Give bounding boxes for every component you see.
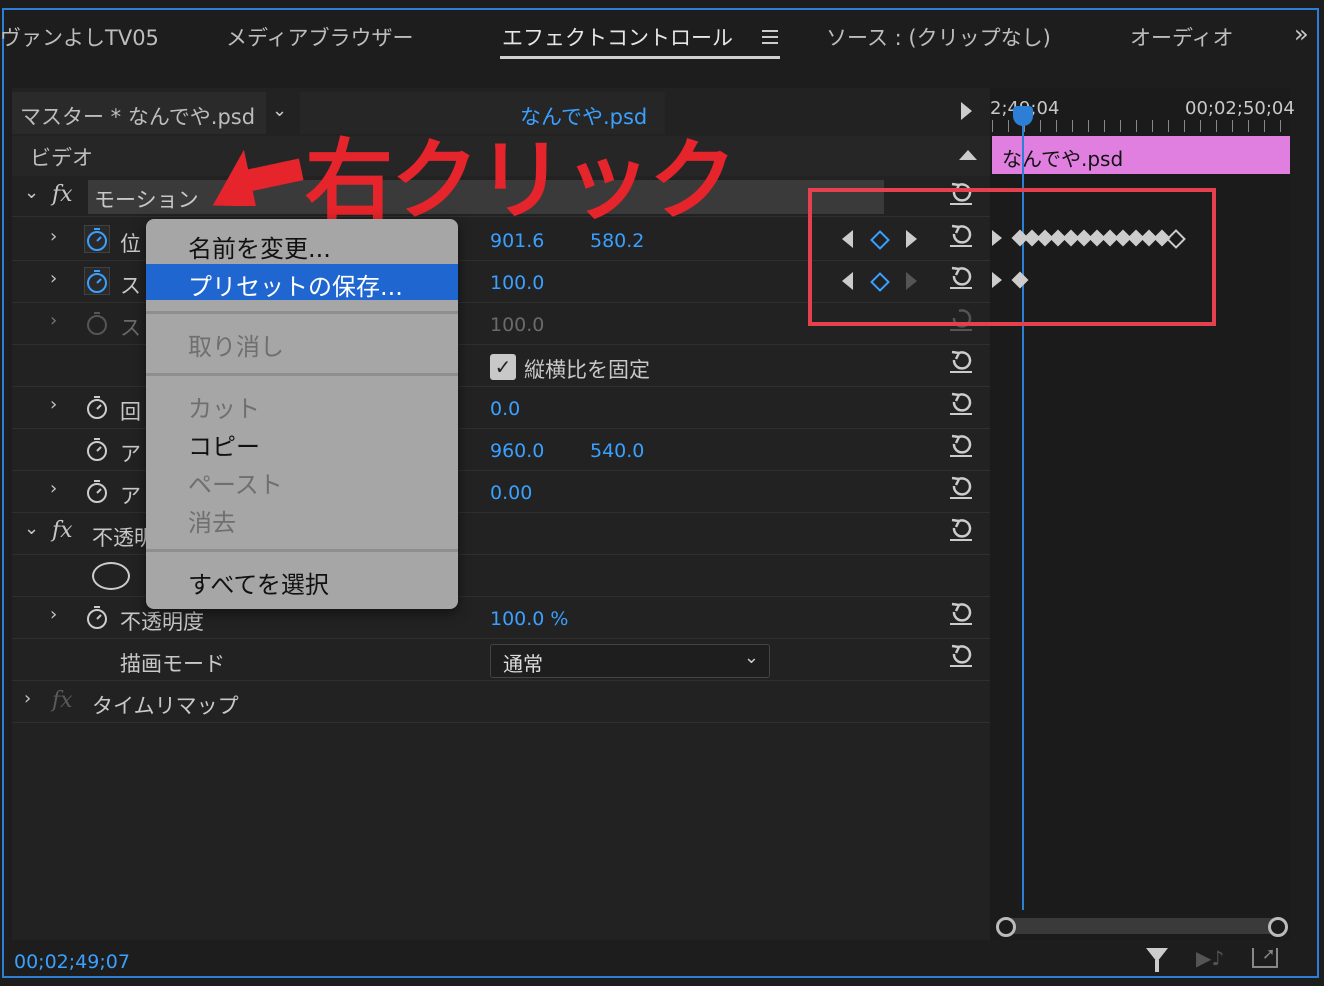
hamburger-icon[interactable] bbox=[762, 30, 778, 44]
stopwatch-icon[interactable] bbox=[84, 225, 110, 253]
anchor-y-value[interactable]: 540.0 bbox=[590, 440, 644, 462]
menu-item-paste: ペースト bbox=[188, 471, 283, 499]
time-ruler[interactable] bbox=[992, 120, 1288, 132]
scroll-handle-right[interactable] bbox=[1268, 917, 1288, 937]
menu-item-rename[interactable]: 名前を変更... bbox=[188, 229, 331, 264]
stopwatch-icon[interactable] bbox=[84, 393, 110, 421]
tab-source[interactable]: ソース : (クリップなし) bbox=[826, 22, 1051, 52]
blend-mode-label: 描画モード bbox=[120, 652, 225, 676]
reset-icon[interactable] bbox=[948, 348, 974, 374]
timeline-scrollbar[interactable] bbox=[996, 918, 1286, 934]
play-triangle-icon[interactable] bbox=[961, 102, 972, 120]
blend-mode-select[interactable]: 通常 ⌄ bbox=[490, 644, 770, 678]
stopwatch-icon[interactable] bbox=[84, 435, 110, 463]
scale-label: ス bbox=[120, 274, 141, 298]
position-label: 位 bbox=[120, 232, 141, 256]
tab-audio[interactable]: オーディオ bbox=[1130, 22, 1248, 52]
chevron-down-icon[interactable]: ⌄ bbox=[272, 100, 287, 121]
tab-effect-controls[interactable]: エフェクトコントロール bbox=[502, 22, 733, 52]
menu-separator bbox=[146, 549, 458, 552]
divider bbox=[12, 680, 990, 681]
anchor-label: ア bbox=[120, 442, 141, 466]
reset-icon[interactable] bbox=[948, 390, 974, 416]
reset-icon[interactable] bbox=[948, 516, 974, 542]
stopwatch-icon[interactable] bbox=[84, 603, 110, 631]
motion-expand-icon[interactable]: ⌄ bbox=[24, 182, 39, 203]
antiflicker-label: ア bbox=[120, 484, 141, 508]
double-chevron-right-icon[interactable]: » bbox=[1294, 20, 1309, 48]
context-menu: 名前を変更... プリセットの保存... 取り消し カット コピー ペースト 消… bbox=[146, 219, 458, 609]
stopwatch-icon[interactable] bbox=[84, 477, 110, 505]
annotation-arrow-icon bbox=[212, 149, 304, 206]
scale-value[interactable]: 100.0 bbox=[490, 272, 544, 294]
timeremap-label: タイムリマップ bbox=[92, 694, 239, 718]
clip-bar-label: なんでや.psd bbox=[1002, 147, 1124, 171]
opacity-expand-icon[interactable]: ⌄ bbox=[24, 518, 39, 539]
tab-sequence[interactable]: ヴァンよしTV05 bbox=[0, 22, 159, 52]
scroll-handle-left[interactable] bbox=[996, 917, 1016, 937]
timeline-end-time: 00;02;50;04 bbox=[1185, 98, 1295, 119]
uniform-scale-label: 縦横比を固定 bbox=[524, 358, 650, 382]
rotation-value[interactable]: 0.0 bbox=[490, 398, 520, 420]
stopwatch-icon[interactable] bbox=[84, 267, 110, 295]
opacity-value[interactable]: 100.0 % bbox=[490, 608, 569, 630]
master-clip-label: マスター * なんでや.psd bbox=[20, 105, 256, 129]
chevron-down-icon: ⌄ bbox=[743, 647, 759, 668]
active-tab-underline bbox=[500, 56, 780, 59]
expand-chevron-icon[interactable]: › bbox=[50, 226, 57, 247]
audio-playback-icon[interactable]: ▶♪ bbox=[1196, 946, 1224, 970]
fx-icon[interactable]: fx bbox=[52, 518, 73, 543]
menu-separator bbox=[146, 311, 458, 314]
ellipse-mask-icon[interactable] bbox=[92, 562, 130, 590]
footer-timecode[interactable]: 00;02;49;07 bbox=[14, 951, 130, 973]
video-label: ビデオ bbox=[30, 146, 93, 170]
divider bbox=[12, 722, 990, 723]
scale-width-label: ス bbox=[120, 316, 141, 340]
fx-icon[interactable]: fx bbox=[52, 182, 73, 207]
motion-label: モーション bbox=[94, 188, 199, 212]
expand-chevron-icon[interactable]: › bbox=[50, 604, 57, 625]
anchor-x-value[interactable]: 960.0 bbox=[490, 440, 544, 462]
divider bbox=[12, 638, 990, 639]
scale-width-value: 100.0 bbox=[490, 314, 545, 336]
menu-item-undo: 取り消し bbox=[188, 333, 284, 361]
menu-item-clear: 消去 bbox=[188, 509, 236, 537]
collapse-up-icon[interactable] bbox=[959, 150, 977, 160]
fx-icon[interactable]: fx bbox=[52, 688, 73, 713]
reset-icon[interactable] bbox=[948, 432, 974, 458]
playhead-handle[interactable] bbox=[1013, 106, 1033, 126]
annotation-text: 右クリック bbox=[305, 129, 737, 232]
rotation-label: 回 bbox=[120, 400, 141, 424]
annotation-highlight-box bbox=[808, 188, 1216, 326]
stopwatch-icon bbox=[87, 312, 107, 335]
menu-item-save-preset[interactable]: プリセットの保存... bbox=[188, 267, 403, 302]
filter-stem bbox=[1155, 960, 1159, 972]
opacity-label: 不透明度 bbox=[120, 610, 204, 634]
expand-chevron-icon[interactable]: › bbox=[50, 268, 57, 289]
timeremap-expand-icon[interactable]: › bbox=[24, 688, 31, 709]
checkbox[interactable]: ✓ bbox=[490, 354, 516, 380]
reset-icon[interactable] bbox=[948, 600, 974, 626]
menu-item-copy[interactable]: コピー bbox=[188, 427, 260, 462]
export-arrow-icon: ➚ bbox=[1262, 944, 1276, 963]
blend-mode-value: 通常 bbox=[503, 652, 543, 676]
reset-icon[interactable] bbox=[948, 474, 974, 500]
menu-separator bbox=[146, 373, 458, 376]
reset-icon[interactable] bbox=[948, 642, 974, 668]
expand-chevron-icon[interactable]: › bbox=[50, 394, 57, 415]
menu-item-cut: カット bbox=[188, 395, 260, 423]
antiflicker-value[interactable]: 0.00 bbox=[490, 482, 532, 504]
menu-item-select-all[interactable]: すべてを選択 bbox=[188, 565, 329, 600]
clip-bar[interactable]: なんでや.psd bbox=[992, 136, 1290, 174]
expand-chevron-icon: › bbox=[50, 310, 58, 331]
expand-chevron-icon[interactable]: › bbox=[50, 478, 57, 499]
tab-media-browser[interactable]: メディアブラウザー bbox=[226, 22, 414, 52]
